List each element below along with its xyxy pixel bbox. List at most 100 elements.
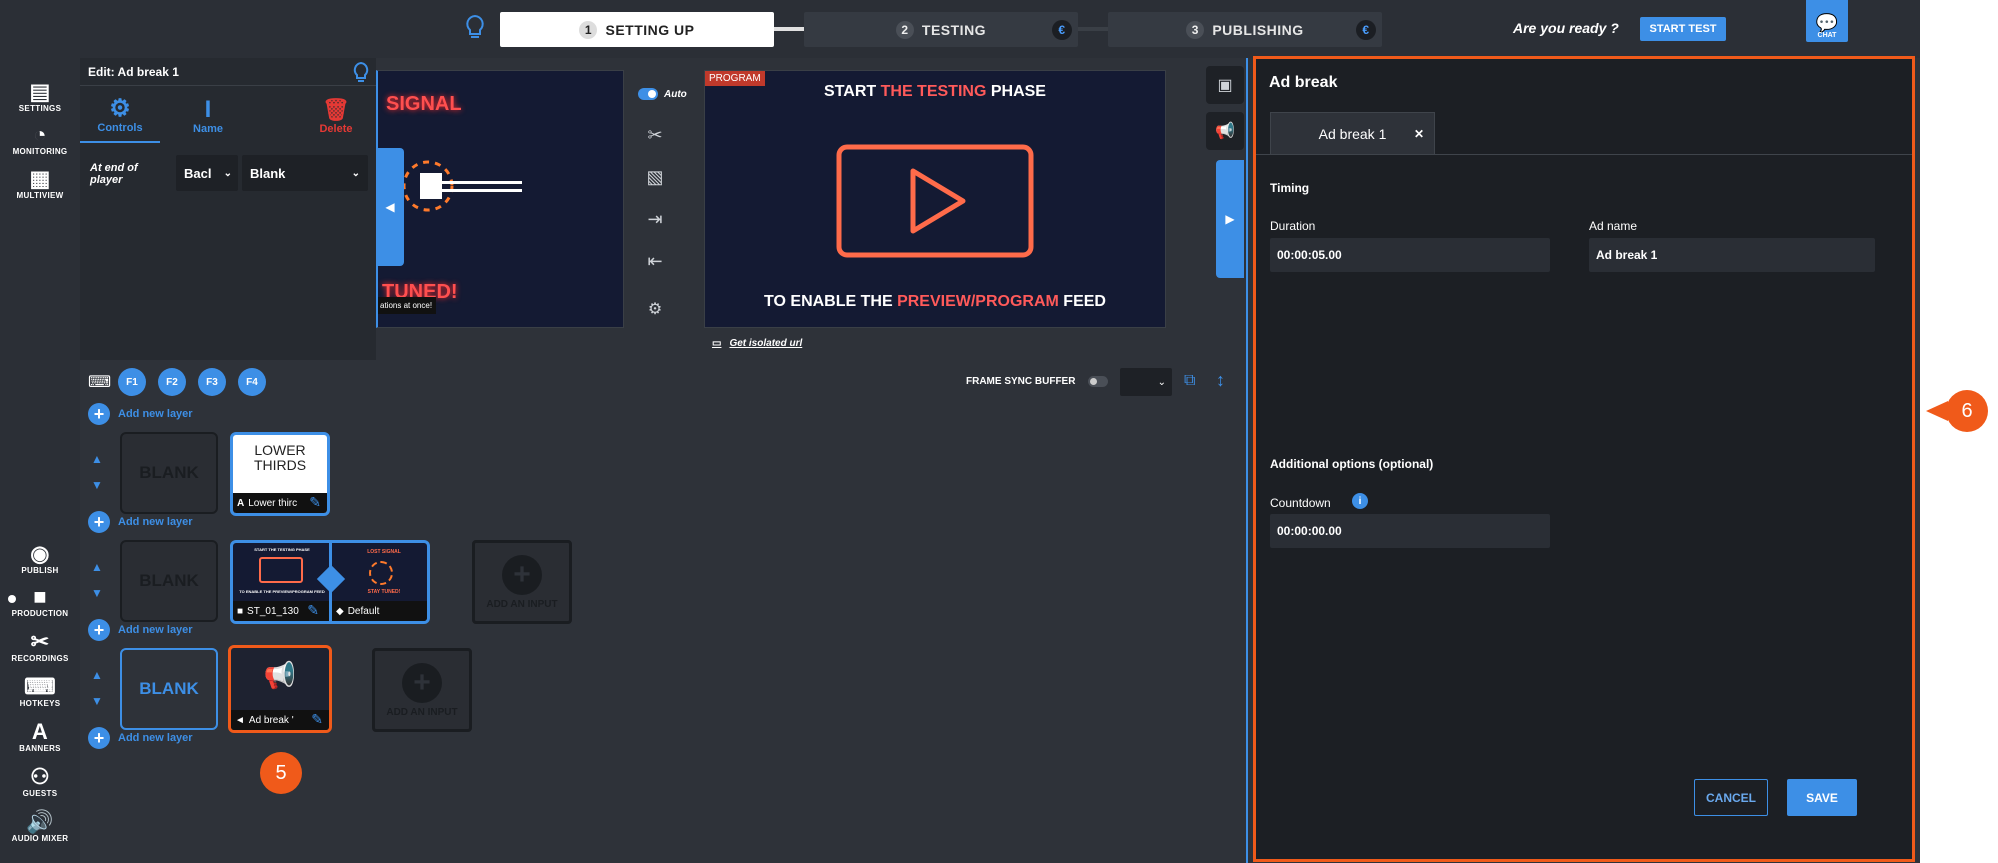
blank-tile[interactable]: BLANK [120,540,218,622]
nav-recordings[interactable]: ✂ RECORDINGS [0,630,80,664]
nav-monitoring[interactable]: ◔ MONITORING [0,123,80,157]
tab-delete[interactable]: 🗑 Delete [296,88,376,143]
nav-label: PRODUCTION [11,609,69,618]
blank-tile-active[interactable]: BLANK [120,648,218,730]
tab-controls[interactable]: ⚙ Controls [80,88,160,143]
target-select[interactable]: Blank ⌄ [242,155,368,191]
step-number: 2 [895,20,914,39]
guests-icon: ⚇ [29,764,51,789]
lightbulb-icon[interactable] [464,14,486,40]
megaphone-small-icon: ◄ [235,714,245,726]
step-setting-up[interactable]: 1 SETTING UP [500,12,774,47]
step-connector [1078,27,1108,31]
nav-banners[interactable]: A BANNERS [0,720,80,754]
program-headline: START THE TESTING PHASE [705,83,1165,101]
nav-label: SETTINGS [18,104,62,113]
plus-icon: + [88,403,110,425]
resize-vertical-icon[interactable]: ↕ [1216,370,1225,391]
tab-label: Ad break 1 [1318,126,1387,142]
mini-plug [369,561,393,585]
isolated-url-link[interactable]: ▭ Get isolated url [712,338,802,349]
wipe-transition-icon[interactable]: ▧ [640,162,670,192]
top-bar: 1 SETTING UP 2 TESTING € 3 PUBLISHING € … [0,0,1920,58]
hotkey-f2[interactable]: F2 [158,368,186,396]
add-input-tile[interactable]: + ADD AN INPUT [372,648,472,732]
close-icon[interactable]: ✕ [1414,127,1424,141]
hotkey-f3[interactable]: F3 [198,368,226,396]
mini-lost-text: LOST SIGNAL [367,549,401,555]
settings-gear-icon[interactable]: ⚙ [640,294,670,324]
countdown-field[interactable]: 00:00:00.00 [1270,514,1550,548]
auto-toggle[interactable]: Auto [638,88,687,100]
edit-tabs: ⚙ Controls I Name 🗑 Delete [80,88,376,143]
toggle-switch[interactable] [638,88,658,100]
step-publishing[interactable]: 3 PUBLISHING € [1108,12,1382,47]
plus-icon: + [88,511,110,533]
caption-text: Lower thirc [248,497,298,509]
layer-order-arrows[interactable]: ▲ ▼ [90,554,104,606]
expand-right-button[interactable]: ▶ [1216,160,1244,278]
lower-thirds-card[interactable]: LOWER THIRDS A Lower thirc ✎ [230,432,330,516]
frame-sync-select[interactable]: ⌄ [1120,368,1172,396]
cut-transition-icon[interactable]: ✂ [640,120,670,150]
chat-button[interactable]: 💬 CHAT [1806,0,1848,42]
pencil-icon[interactable]: ✎ [309,494,321,511]
step-testing[interactable]: 2 TESTING € [804,12,1078,47]
collapse-left-button[interactable]: ◀ [376,148,404,266]
letter-a-icon: A [237,497,245,509]
nav-multiview[interactable]: ▦ MULTIVIEW [0,167,80,201]
cancel-button[interactable]: CANCEL [1694,779,1768,816]
start-test-button[interactable]: START TEST [1640,17,1726,41]
add-layer-button[interactable]: + Add new layer [88,619,193,641]
video-camera-icon: ■ [33,584,47,609]
nav-publish[interactable]: ◉ PUBLISH [0,542,80,576]
playlist-card[interactable]: START THE TESTING PHASE TO ENABLE THE PR… [230,540,430,624]
plus-circle-icon: + [502,554,542,595]
info-icon[interactable]: i [1352,493,1368,509]
hotkey-f1[interactable]: F1 [118,368,146,396]
layer-order-arrows[interactable]: ▲ ▼ [90,446,104,498]
add-layer-button[interactable]: + Add new layer [88,403,193,425]
copy-icon[interactable]: ⧉ [1184,372,1195,390]
at-end-label: At end of player [90,162,138,186]
duration-field[interactable]: 00:00:05.00 [1270,238,1550,272]
tab-ad-break-1[interactable]: Ad break 1 ✕ [1270,112,1435,155]
nav-production[interactable]: ■ PRODUCTION [0,585,80,618]
frame-sync-label: FRAME SYNC BUFFER [966,376,1076,387]
select-value: Bacl [184,165,212,181]
tab-name[interactable]: I Name [168,88,248,143]
ad-name-label: Ad name [1589,219,1638,233]
add-layer-label: Add new layer [118,516,193,528]
select-value: Blank [250,165,286,181]
add-input-tile[interactable]: + ADD AN INPUT [472,540,572,624]
nav-settings[interactable]: ▤ SETTINGS [0,80,80,114]
add-layer-button[interactable]: + Add new layer [88,727,193,749]
nav-guests[interactable]: ⚇ GUESTS [0,764,80,799]
megaphone-icon[interactable]: 📢 [1206,112,1244,150]
slide-out-icon[interactable]: ⇤ [640,246,670,276]
side-tools: ▣ 📢 ▶ [1202,58,1248,360]
tab-label: Delete [319,122,353,135]
nav-audio-mixer[interactable]: 🔊 AUDIO MIXER [0,810,80,844]
save-button[interactable]: SAVE [1787,779,1857,816]
ad-name-field[interactable]: Ad break 1 [1589,238,1875,272]
nav-label: BANNERS [19,744,61,753]
plus-circle-icon: + [402,662,442,703]
pencil-icon[interactable]: ✎ [307,602,319,619]
lightbulb-icon[interactable] [352,61,370,84]
layer-order-arrows[interactable]: ▲ ▼ [90,662,104,714]
subline-highlight: PREVIEW/PROGRAM [897,293,1059,310]
pencil-icon[interactable]: ✎ [311,711,323,728]
camera-icon[interactable]: ▣ [1206,66,1244,104]
blank-tile[interactable]: BLANK [120,432,218,514]
ad-break-card[interactable]: 📢 ◄ Ad break ' ✎ [228,645,332,733]
nav-hotkeys[interactable]: ⌨ HOTKEYS [0,675,80,709]
frame-sync-toggle[interactable] [1088,376,1108,387]
slide-in-icon[interactable]: ⇥ [640,204,670,234]
isolated-url-text: Get isolated url [729,338,803,349]
hotkey-f4[interactable]: F4 [238,368,266,396]
video-icon: ■ [237,605,244,617]
keyboard-icon[interactable]: ⌨ [88,372,111,392]
add-layer-button[interactable]: + Add new layer [88,511,193,533]
behavior-select[interactable]: Bacl ⌄ [176,155,238,191]
